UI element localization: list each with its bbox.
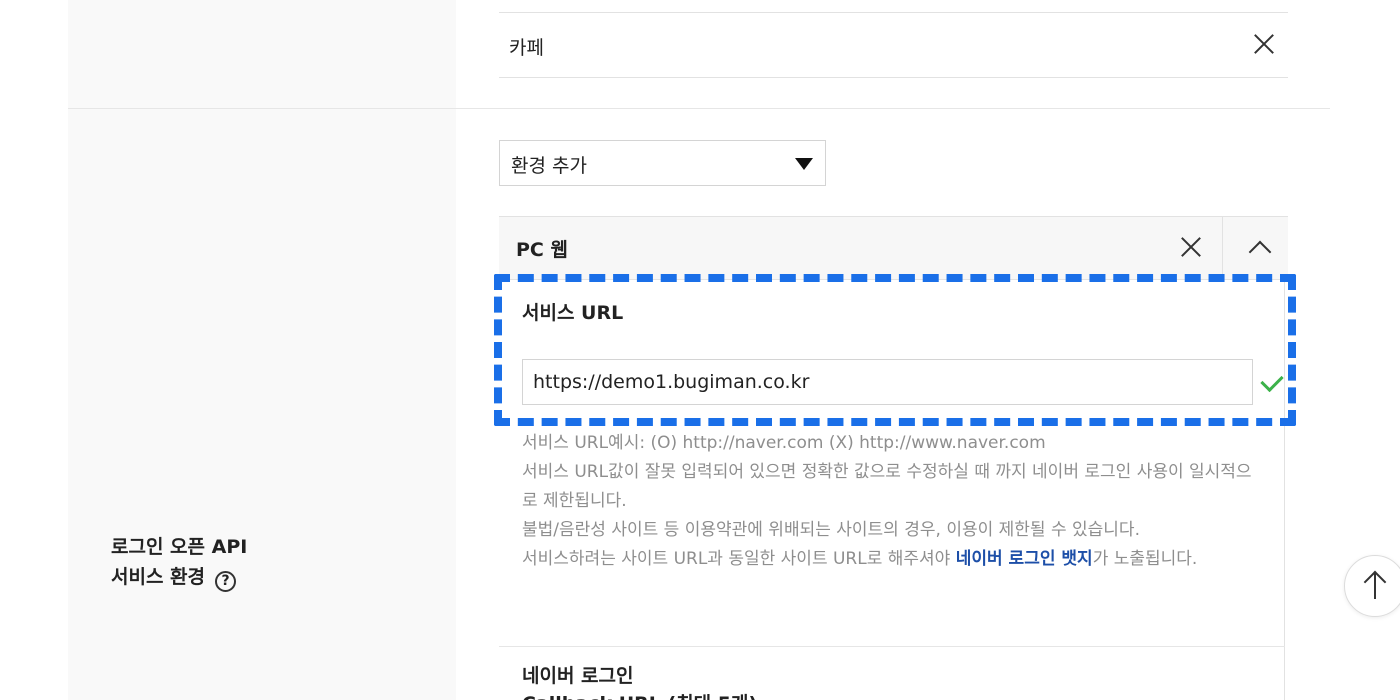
env-item-cafe-label: 카페 — [509, 37, 544, 59]
row-divider — [68, 108, 1330, 109]
row-label-line2-text: 서비스 환경 — [111, 566, 206, 588]
callback-label-line1: 네이버 로그인 — [522, 665, 634, 687]
env-section-pc-web-title: PC 웹 — [516, 239, 568, 261]
help-line4-post: 가 노출됩니다. — [1092, 549, 1198, 569]
service-url-label: 서비스 URL — [522, 302, 624, 324]
help-line: 불법/음란성 사이트 등 이용약관에 위배되는 사이트의 경우, 이용이 제한될… — [522, 520, 1140, 540]
caret-down-icon — [795, 158, 813, 170]
env-add-select[interactable]: 환경 추가 — [499, 140, 826, 186]
help-line: 서비스 URL값이 잘못 입력되어 있으면 정확한 값으로 수정하실 때 까지 … — [522, 462, 1252, 511]
service-url-input[interactable] — [522, 359, 1253, 405]
form-label-column — [68, 0, 456, 700]
help-line: 서비스하려는 사이트 URL과 동일한 사이트 URL로 해주셔야 네이버 로그… — [522, 545, 1262, 574]
close-icon[interactable] — [1248, 30, 1278, 60]
section-divider — [499, 646, 1285, 647]
env-section-pc-web-header: PC 웹 — [499, 216, 1288, 280]
env-item-cafe: 카페 — [499, 12, 1288, 78]
scroll-top-button[interactable] — [1344, 555, 1400, 617]
arrow-up-icon-head — [1363, 570, 1387, 594]
callback-label-line2: Callback URL (최대 5개) — [522, 690, 757, 700]
header-separator — [1222, 217, 1223, 279]
naver-login-badge-link[interactable]: 네이버 로그인 뱃지 — [956, 549, 1093, 569]
chevron-up-icon[interactable] — [1245, 233, 1275, 263]
row-label-line1: 로그인 오픈 API — [111, 536, 248, 558]
close-icon[interactable] — [1175, 233, 1205, 263]
env-add-select-value: 환경 추가 — [511, 155, 587, 177]
row-label-line2: 서비스 환경? — [111, 562, 247, 592]
question-circle-icon[interactable]: ? — [215, 571, 237, 592]
help-line: 서비스 URL예시: (O) http://naver.com (X) http… — [522, 433, 1046, 453]
login-api-service-env-label: 로그인 오픈 API 서비스 환경? — [111, 532, 247, 592]
help-line4-pre: 서비스하려는 사이트 URL과 동일한 사이트 URL로 해주셔야 — [522, 549, 956, 569]
service-url-help: 서비스 URL예시: (O) http://naver.com (X) http… — [522, 429, 1262, 574]
callback-url-label: 네이버 로그인 Callback URL (최대 5개) — [522, 662, 757, 700]
